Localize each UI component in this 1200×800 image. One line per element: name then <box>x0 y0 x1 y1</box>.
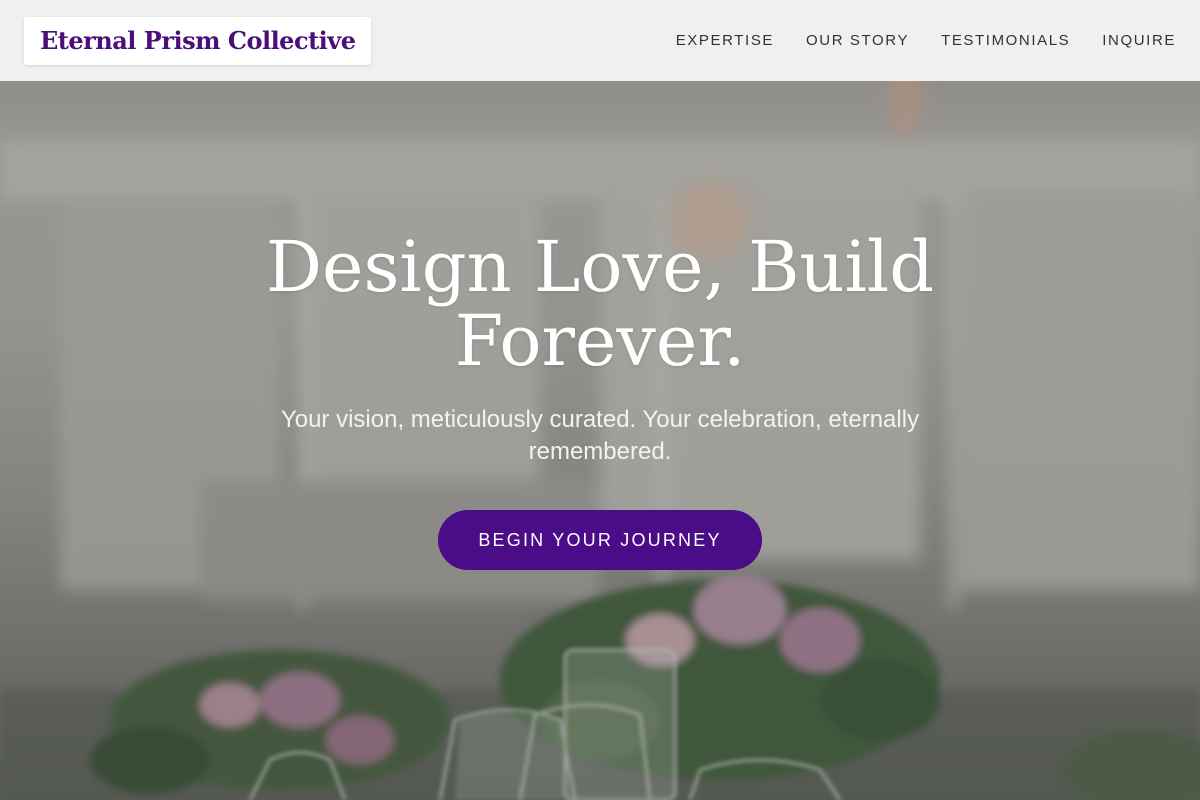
begin-journey-button[interactable]: BEGIN YOUR JOURNEY <box>438 510 762 570</box>
nav-link-our-story[interactable]: OUR STORY <box>806 32 909 49</box>
hero-section: Design Love, Build Forever. Your vision,… <box>0 230 1200 570</box>
hero-subtitle: Your vision, meticulously curated. Your … <box>280 406 920 465</box>
site-header: Eternal Prism Collective EXPERTISE OUR S… <box>0 0 1200 81</box>
nav-link-testimonials[interactable]: TESTIMONIALS <box>941 32 1070 49</box>
nav-link-expertise[interactable]: EXPERTISE <box>676 32 774 49</box>
hero-title: Design Love, Build Forever. <box>265 226 935 382</box>
nav-link-inquire[interactable]: INQUIRE <box>1102 32 1176 49</box>
brand-name: Eternal Prism Collective <box>40 26 356 55</box>
main-nav: EXPERTISE OUR STORY TESTIMONIALS INQUIRE <box>676 32 1176 49</box>
brand-logo[interactable]: Eternal Prism Collective <box>24 16 372 65</box>
